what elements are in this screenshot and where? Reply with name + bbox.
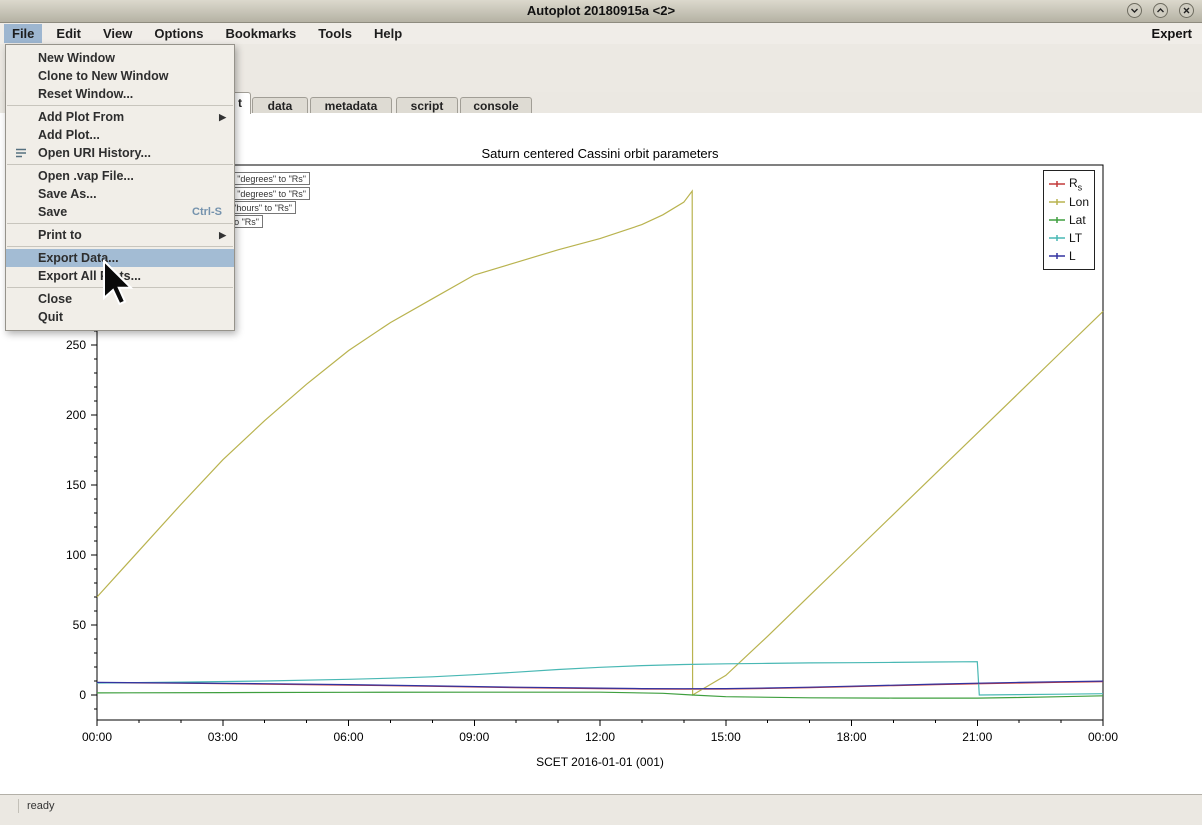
menu-bookmarks[interactable]: Bookmarks — [217, 24, 304, 43]
menu-item-label: Add Plot... — [38, 128, 100, 142]
status-divider — [18, 799, 19, 813]
menu-separator — [7, 246, 233, 247]
menu-item-add-plot-from[interactable]: Add Plot From ▶ — [6, 108, 234, 126]
menu-item-label: Clone to New Window — [38, 69, 168, 83]
tab-metadata[interactable]: metadata — [310, 97, 392, 113]
legend-entry-lt: LT — [1048, 229, 1090, 247]
menu-item-label: Save — [38, 205, 67, 219]
menu-item-label: Save As... — [38, 187, 97, 201]
status-text: ready — [27, 800, 55, 812]
menu-item-label: Reset Window... — [38, 87, 133, 101]
menu-item-label: Export All Plots... — [38, 269, 141, 283]
legend-label: Lon — [1069, 195, 1089, 209]
legend-entry-rs: Rs — [1048, 175, 1090, 193]
chevron-down-icon — [1130, 6, 1139, 15]
autoplot-window: Autoplot 20180915a <2> File Edit View Optio… — [0, 0, 1202, 825]
legend-entry-lon: Lon — [1048, 193, 1090, 211]
legend-line-sample — [1048, 196, 1066, 208]
menu-item-quit[interactable]: Quit — [6, 308, 234, 326]
tab-console[interactable]: console — [460, 97, 532, 113]
file-menu-popup: New Window Clone to New Window Reset Windo… — [5, 44, 235, 331]
tab-data[interactable]: data — [252, 97, 308, 113]
plot-legend[interactable]: Rs Lon Lat LT L — [1043, 170, 1095, 270]
legend-line-sample — [1048, 178, 1066, 190]
legend-line-sample — [1048, 232, 1066, 244]
menu-options[interactable]: Options — [146, 24, 211, 43]
menu-item-reset-window[interactable]: Reset Window... — [6, 85, 234, 103]
menu-separator — [7, 223, 233, 224]
menubar-items: File Edit View Options Bookmarks Tools Help — [4, 24, 410, 43]
menu-item-close[interactable]: Close — [6, 290, 234, 308]
menu-item-label: Close — [38, 292, 72, 306]
close-icon — [1182, 6, 1191, 15]
menu-file[interactable]: File — [4, 24, 42, 43]
submenu-arrow-icon: ▶ — [219, 226, 226, 244]
menu-item-save-as[interactable]: Save As... — [6, 185, 234, 203]
legend-entry-lat: Lat — [1048, 211, 1090, 229]
legend-line-sample — [1048, 250, 1066, 262]
legend-label: LT — [1069, 231, 1082, 245]
window-controls — [1127, 3, 1194, 18]
chevron-up-icon — [1156, 6, 1165, 15]
menu-item-label: Open .vap File... — [38, 169, 134, 183]
menubar: File Edit View Options Bookmarks Tools Help Ex… — [0, 23, 1202, 44]
menu-item-label: Print to — [38, 228, 82, 242]
menu-item-open-uri-history[interactable]: Open URI History... — [6, 144, 234, 162]
legend-label: Lat — [1069, 213, 1086, 227]
menu-separator — [7, 287, 233, 288]
legend-line-sample — [1048, 214, 1066, 226]
titlebar[interactable]: Autoplot 20180915a <2> — [0, 0, 1202, 23]
close-button[interactable] — [1179, 3, 1194, 18]
shortcut-label: Ctrl-S — [192, 203, 222, 221]
menu-item-open-vap-file[interactable]: Open .vap File... — [6, 167, 234, 185]
submenu-arrow-icon: ▶ — [219, 108, 226, 126]
menu-view[interactable]: View — [95, 24, 140, 43]
menu-item-clone-to-new-window[interactable]: Clone to New Window — [6, 67, 234, 85]
menu-item-label: New Window — [38, 51, 115, 65]
menu-item-label: Open URI History... — [38, 146, 151, 160]
legend-entry-l: L — [1048, 247, 1090, 265]
maximize-button[interactable] — [1153, 3, 1168, 18]
legend-label: L — [1069, 249, 1076, 263]
menu-tools[interactable]: Tools — [310, 24, 360, 43]
menu-separator — [7, 164, 233, 165]
menu-item-label: Export Data... — [38, 251, 119, 265]
minimize-button[interactable] — [1127, 3, 1142, 18]
tab-script[interactable]: script — [396, 97, 458, 113]
menu-item-add-plot[interactable]: Add Plot... — [6, 126, 234, 144]
expert-mode-label[interactable]: Expert — [1152, 26, 1192, 41]
uri-history-icon — [14, 146, 28, 160]
menu-item-save[interactable]: Save Ctrl-S — [6, 203, 234, 221]
menu-edit[interactable]: Edit — [48, 24, 89, 43]
menu-item-label: Add Plot From — [38, 110, 124, 124]
menu-separator — [7, 105, 233, 106]
menu-item-export-data[interactable]: Export Data... — [6, 249, 234, 267]
menu-item-print-to[interactable]: Print to ▶ — [6, 226, 234, 244]
statusbar: ready — [0, 794, 1202, 825]
menu-item-label: Quit — [38, 310, 63, 324]
menu-item-export-all-plots[interactable]: Export All Plots... — [6, 267, 234, 285]
menu-help[interactable]: Help — [366, 24, 410, 43]
legend-label: Rs — [1069, 176, 1082, 192]
menu-item-new-window[interactable]: New Window — [6, 49, 234, 67]
window-title: Autoplot 20180915a <2> — [0, 3, 1202, 18]
